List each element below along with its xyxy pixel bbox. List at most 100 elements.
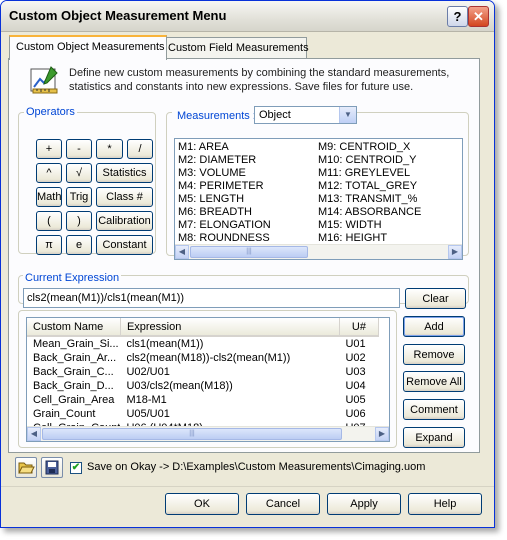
custom-measurements-table[interactable]: Custom Name Expression U# Mean_Grain_Si.…	[26, 317, 390, 442]
cell-unumber: U04	[345, 380, 366, 392]
cell-expression: U02/U01	[126, 366, 170, 378]
cancel-button[interactable]: Cancel	[246, 493, 320, 515]
cell-expression: U05/U01	[126, 408, 170, 420]
scroll-right-icon[interactable]: ▶	[375, 427, 389, 441]
list-item[interactable]: M7: ELONGATION	[178, 219, 271, 232]
table-row[interactable]: Back_Grain_D... U03/cls2(mean(M18)) U04	[27, 379, 378, 393]
list-item[interactable]: M14: ABSORBANCE	[318, 206, 421, 219]
measurements-list[interactable]: M1: AREA M2: DIAMETER M3: VOLUME M4: PER…	[174, 138, 463, 260]
cell-custom-name: Cell_Grain_Area	[33, 394, 115, 406]
expand-button[interactable]: Expand	[403, 427, 465, 448]
table-row[interactable]: Back_Grain_Ar... cls2(mean(M18))-cls2(me…	[27, 351, 378, 365]
help-button[interactable]: Help	[408, 493, 482, 515]
cell-custom-name: Back_Grain_C...	[33, 366, 114, 378]
multiply-button[interactable]: *	[96, 139, 123, 159]
measurement-ruler-icon	[30, 66, 58, 94]
cell-custom-name: Back_Grain_Ar...	[33, 352, 117, 364]
constant-button[interactable]: Constant	[96, 235, 153, 255]
add-button[interactable]: Add	[403, 316, 465, 337]
scroll-left-icon[interactable]: ◀	[175, 245, 189, 259]
cell-expression: cls1(mean(M1))	[126, 338, 204, 350]
operators-legend: Operators	[26, 106, 75, 118]
list-item[interactable]: M11: GREYLEVEL	[318, 167, 421, 180]
close-title-button[interactable]: ✕	[468, 6, 489, 27]
save-on-okay-label: Save on Okay -> D:\Examples\Custom Measu…	[87, 461, 426, 473]
chevron-down-icon[interactable]: ▼	[339, 107, 356, 123]
list-item[interactable]: M1: AREA	[178, 141, 271, 154]
minus-button[interactable]: -	[66, 139, 92, 159]
save-on-okay-checkbox[interactable]: ✔	[70, 462, 82, 474]
table-row[interactable]: Mean_Grain_Si... cls1(mean(M1)) U01	[27, 336, 378, 351]
measurement-type-select[interactable]: Object ▼	[254, 106, 357, 124]
tab-custom-field-measurements[interactable]: Custom Field Measurements	[161, 37, 309, 58]
column-header-expression[interactable]: Expression	[120, 318, 340, 337]
list-item[interactable]: M6: BREADTH	[178, 206, 271, 219]
class-number-button[interactable]: Class #	[96, 187, 153, 207]
list-item[interactable]: M2: DIAMETER	[178, 154, 271, 167]
e-constant-button[interactable]: e	[66, 235, 92, 255]
list-item[interactable]: M4: PERIMETER	[178, 180, 271, 193]
dialog-window: Custom Object Measurement Menu ? ✕ Custo…	[0, 0, 495, 528]
window-title: Custom Object Measurement Menu	[9, 8, 227, 23]
measurements-group: Measurements : Object ▼ M1: AREA M2: DIA…	[166, 106, 469, 260]
comment-button[interactable]: Comment	[403, 399, 465, 420]
cell-unumber: U02	[345, 352, 366, 364]
measurements-legend: Measurements :	[174, 110, 259, 122]
remove-all-button[interactable]: Remove All	[403, 371, 465, 392]
table-row[interactable]: Cell_Grain_Area M18-M1 U05	[27, 393, 378, 407]
scroll-right-icon[interactable]: ▶	[448, 245, 462, 259]
tab-custom-object-measurements[interactable]: Custom Object Measurements	[9, 35, 167, 60]
trig-button[interactable]: Trig	[66, 187, 92, 207]
description-text: Define new custom measurements by combin…	[69, 67, 450, 93]
table-row[interactable]: Back_Grain_C... U02/U01 U03	[27, 365, 378, 379]
cell-custom-name: Back_Grain_D...	[33, 380, 114, 392]
custom-table-hscrollbar[interactable]: ◀ ||| ▶	[27, 426, 389, 441]
current-expression-group: Current Expression cls2(mean(M1))/cls1(m…	[18, 269, 469, 309]
list-item[interactable]: M3: VOLUME	[178, 167, 271, 180]
statistics-button[interactable]: Statistics	[96, 163, 153, 183]
current-expression-field[interactable]: cls2(mean(M1))/cls1(mean(M1))	[23, 288, 400, 308]
list-item[interactable]: M12: TOTAL_GREY	[318, 180, 421, 193]
custom-measurements-grid: Custom Name Expression U# Mean_Grain_Si.…	[27, 318, 379, 435]
list-item[interactable]: M15: WIDTH	[318, 219, 421, 232]
divide-button[interactable]: /	[127, 139, 153, 159]
save-file-button[interactable]	[41, 457, 63, 478]
list-item[interactable]: M5: LENGTH	[178, 193, 271, 206]
scrollbar-thumb[interactable]: |||	[42, 428, 342, 440]
sqrt-button[interactable]: √	[66, 163, 92, 183]
plus-button[interactable]: +	[36, 139, 62, 159]
scrollbar-thumb[interactable]: |||	[190, 246, 308, 258]
list-item[interactable]: M9: CENTROID_X	[318, 141, 421, 154]
pi-button[interactable]: π	[36, 235, 62, 255]
current-expression-legend: Current Expression	[23, 272, 122, 284]
ok-button[interactable]: OK	[165, 493, 239, 515]
calibration-button[interactable]: Calibration	[96, 211, 153, 231]
title-bar: Custom Object Measurement Menu ? ✕	[1, 1, 494, 32]
math-button[interactable]: Math	[36, 187, 62, 207]
operators-group: Operators + - * / ^ √ Statistics Math Tr…	[18, 106, 156, 255]
power-button[interactable]: ^	[36, 163, 62, 183]
clear-button[interactable]: Clear	[405, 288, 466, 309]
scroll-left-icon[interactable]: ◀	[27, 427, 41, 441]
column-header-custom-name[interactable]: Custom Name	[27, 318, 121, 337]
footer-divider	[1, 486, 494, 487]
column-header-unumber[interactable]: U#	[339, 318, 379, 337]
folder-open-icon	[18, 462, 35, 474]
tab-panel: Define new custom measurements by combin…	[8, 58, 480, 453]
list-item[interactable]: M10: CENTROID_Y	[318, 154, 421, 167]
measurement-type-value: Object	[259, 109, 291, 121]
remove-button[interactable]: Remove	[403, 344, 465, 365]
cell-expression: cls2(mean(M18))-cls2(mean(M1))	[126, 352, 291, 364]
open-paren-button[interactable]: (	[36, 211, 62, 231]
table-row[interactable]: Grain_Count U05/U01 U06	[27, 407, 378, 421]
help-title-button[interactable]: ?	[447, 6, 468, 27]
open-file-button[interactable]	[15, 457, 37, 478]
measurements-hscrollbar[interactable]: ◀ ||| ▶	[175, 244, 462, 259]
close-paren-button[interactable]: )	[66, 211, 92, 231]
cell-custom-name: Grain_Count	[33, 408, 96, 420]
cell-unumber: U06	[345, 408, 366, 420]
list-item[interactable]: M13: TRANSMIT_%	[318, 193, 421, 206]
apply-button[interactable]: Apply	[327, 493, 401, 515]
measurements-left-column: M1: AREA M2: DIAMETER M3: VOLUME M4: PER…	[178, 141, 271, 245]
cell-custom-name: Mean_Grain_Si...	[33, 338, 119, 350]
